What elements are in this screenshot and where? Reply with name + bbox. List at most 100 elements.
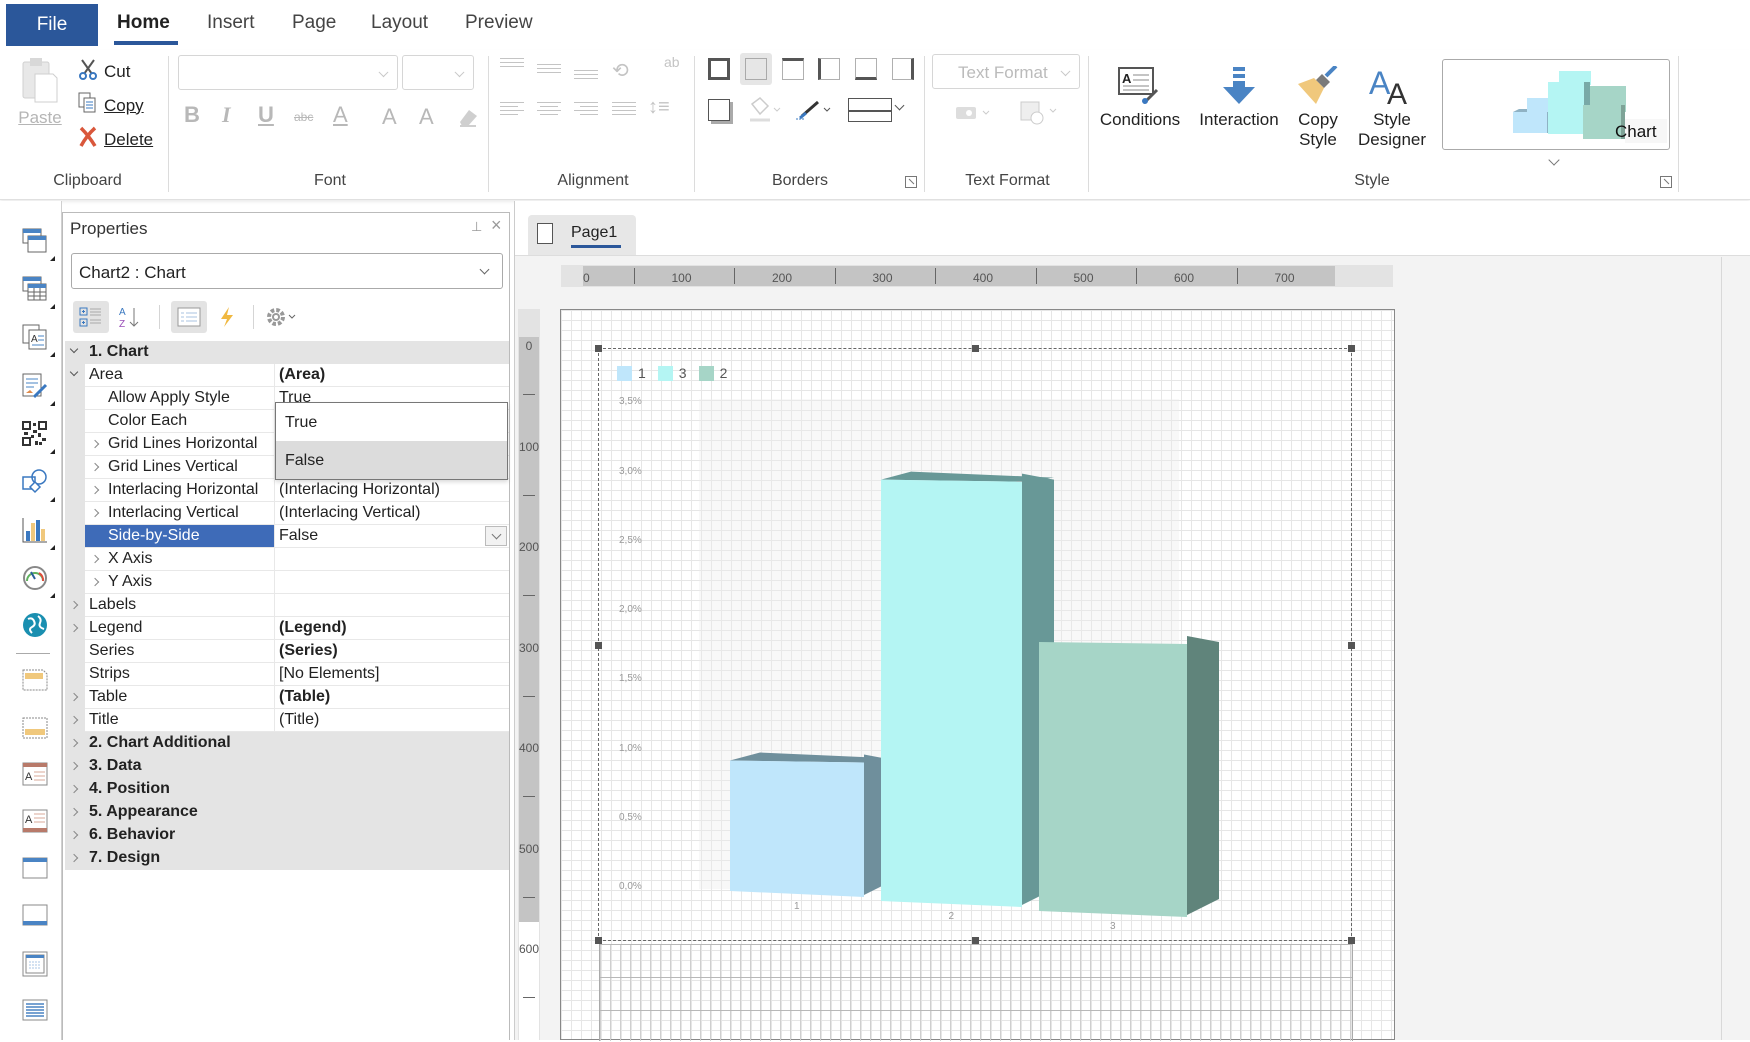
- shrink-font-button[interactable]: A: [419, 104, 434, 130]
- tool-gauge-icon[interactable]: [22, 565, 55, 598]
- property-row[interactable]: X Axis: [65, 548, 509, 571]
- resize-handle-top[interactable]: [972, 345, 979, 352]
- property-row[interactable]: Legend (Legend): [65, 617, 509, 640]
- chevron-right-icon[interactable]: [69, 738, 79, 748]
- grow-font-button[interactable]: A: [382, 104, 397, 130]
- interaction-button[interactable]: Interaction: [1194, 58, 1284, 130]
- property-value[interactable]: False: [275, 525, 509, 548]
- tool-report-summary-icon[interactable]: A: [22, 809, 48, 835]
- tool-shape-icon[interactable]: [22, 469, 55, 502]
- chevron-right-icon[interactable]: [90, 485, 100, 495]
- border-style-button[interactable]: [848, 98, 892, 122]
- resize-handle-left[interactable]: [595, 642, 602, 649]
- properties-view-button[interactable]: [171, 301, 207, 333]
- chevron-right-icon[interactable]: [69, 600, 79, 610]
- left-border-button[interactable]: [818, 58, 840, 80]
- tool-rich-text-icon[interactable]: [22, 373, 55, 406]
- property-row[interactable]: Labels: [65, 594, 509, 617]
- tool-barcode-qr-icon[interactable]: [22, 421, 55, 454]
- property-row[interactable]: Table (Table): [65, 686, 509, 709]
- style-dialog-launcher[interactable]: [1660, 176, 1672, 188]
- align-center-icon[interactable]: [537, 102, 561, 118]
- object-selector[interactable]: Chart2 : Chart: [71, 253, 503, 289]
- property-category[interactable]: 7. Design: [65, 847, 509, 870]
- shadow-button[interactable]: [708, 99, 730, 121]
- date-format-icon[interactable]: [1020, 100, 1060, 131]
- chevron-down-icon[interactable]: [69, 344, 79, 354]
- property-category[interactable]: 5. Appearance: [65, 801, 509, 824]
- tool-footer-band-icon[interactable]: [22, 903, 48, 929]
- bar-series-1[interactable]: [730, 752, 896, 898]
- tool-map-globe-icon[interactable]: [22, 612, 48, 638]
- tool-report-title-icon[interactable]: A: [22, 762, 48, 788]
- chevron-right-icon[interactable]: [69, 692, 79, 702]
- property-value[interactable]: (Title): [275, 709, 509, 732]
- chevron-right-icon[interactable]: [90, 554, 100, 564]
- alphabetical-sort-button[interactable]: AZ: [111, 301, 147, 333]
- font-color-button[interactable]: A: [333, 102, 348, 128]
- property-value[interactable]: (Series): [275, 640, 509, 663]
- delete-button[interactable]: Delete: [78, 126, 153, 153]
- chevron-right-icon[interactable]: [90, 439, 100, 449]
- currency-format-icon[interactable]: [955, 104, 995, 129]
- property-value[interactable]: (Legend): [275, 617, 509, 640]
- property-value[interactable]: (Interlacing Vertical): [275, 502, 509, 525]
- resize-handle-right[interactable]: [1348, 642, 1355, 649]
- fill-color-bucket-icon[interactable]: [746, 96, 782, 127]
- property-value[interactable]: (Table): [275, 686, 509, 709]
- paste-button[interactable]: Paste: [18, 56, 62, 128]
- property-category[interactable]: 6. Behavior: [65, 824, 509, 847]
- property-value[interactable]: [275, 548, 509, 571]
- tool-header-band-icon[interactable]: [22, 856, 48, 882]
- property-value[interactable]: [275, 571, 509, 594]
- chevron-right-icon[interactable]: [90, 577, 100, 587]
- align-bottom-icon[interactable]: [574, 70, 598, 82]
- clear-format-eraser-icon[interactable]: [456, 106, 480, 133]
- chevron-right-icon[interactable]: [69, 623, 79, 633]
- vertical-scrollbar-area[interactable]: [1721, 257, 1750, 1040]
- dropdown-option-true[interactable]: True: [276, 403, 507, 441]
- dropdown-option-false[interactable]: False: [276, 441, 507, 479]
- report-page[interactable]: 1 3 2 0,0% 0,5% 1,0% 1,5% 2,0% 2,5% 3,0% 3,5% 1 2 3: [560, 309, 1395, 1041]
- property-row[interactable]: Side-by-Side False: [65, 525, 509, 548]
- close-icon[interactable]: ×: [491, 215, 502, 236]
- right-border-button[interactable]: [892, 58, 914, 80]
- chevron-right-icon[interactable]: [90, 508, 100, 518]
- property-value[interactable]: (Interlacing Horizontal): [275, 479, 509, 502]
- tool-chart-icon[interactable]: [22, 517, 55, 550]
- bar-series-2[interactable]: [1039, 636, 1219, 917]
- chevron-right-icon[interactable]: [69, 807, 79, 817]
- border-color-brush-icon[interactable]: [796, 96, 836, 127]
- all-borders-button[interactable]: [708, 58, 730, 80]
- chevron-right-icon[interactable]: [69, 853, 79, 863]
- property-value[interactable]: (Area): [275, 364, 509, 387]
- property-row[interactable]: Series (Series): [65, 640, 509, 663]
- rotate-text-icon[interactable]: ⟲: [612, 58, 629, 83]
- strikethrough-button[interactable]: abc: [294, 110, 313, 124]
- resize-handle-bottom-left[interactable]: [595, 937, 602, 944]
- border-style-chevron-icon[interactable]: [894, 100, 905, 111]
- property-category[interactable]: 4. Position: [65, 778, 509, 801]
- events-lightning-button[interactable]: [209, 301, 245, 333]
- conditions-button[interactable]: A Conditions: [1098, 58, 1182, 130]
- property-value[interactable]: [No Elements]: [275, 663, 509, 686]
- bottom-border-button[interactable]: [855, 58, 877, 80]
- chevron-right-icon[interactable]: [69, 784, 79, 794]
- value-dropdown-button[interactable]: [485, 526, 507, 546]
- align-top-icon[interactable]: [500, 58, 524, 70]
- chevron-right-icon[interactable]: [69, 715, 79, 725]
- tool-text-icon[interactable]: A: [22, 324, 55, 357]
- copy-button[interactable]: Copy: [78, 92, 144, 119]
- underline-button[interactable]: U: [258, 102, 274, 128]
- resize-handle-top-right[interactable]: [1348, 345, 1355, 352]
- align-right-icon[interactable]: [574, 102, 598, 118]
- property-row[interactable]: Area (Area): [65, 364, 509, 387]
- property-category[interactable]: 2. Chart Additional: [65, 732, 509, 755]
- tool-cross-band-icon[interactable]: [22, 276, 55, 309]
- chevron-down-icon[interactable]: [69, 367, 79, 377]
- tab-page1[interactable]: Page1: [528, 215, 636, 255]
- resize-handle-bottom-right[interactable]: [1348, 937, 1355, 944]
- settings-gear-button[interactable]: [261, 301, 309, 333]
- tool-band-icon[interactable]: [22, 228, 55, 261]
- resize-handle-top-left[interactable]: [595, 345, 602, 352]
